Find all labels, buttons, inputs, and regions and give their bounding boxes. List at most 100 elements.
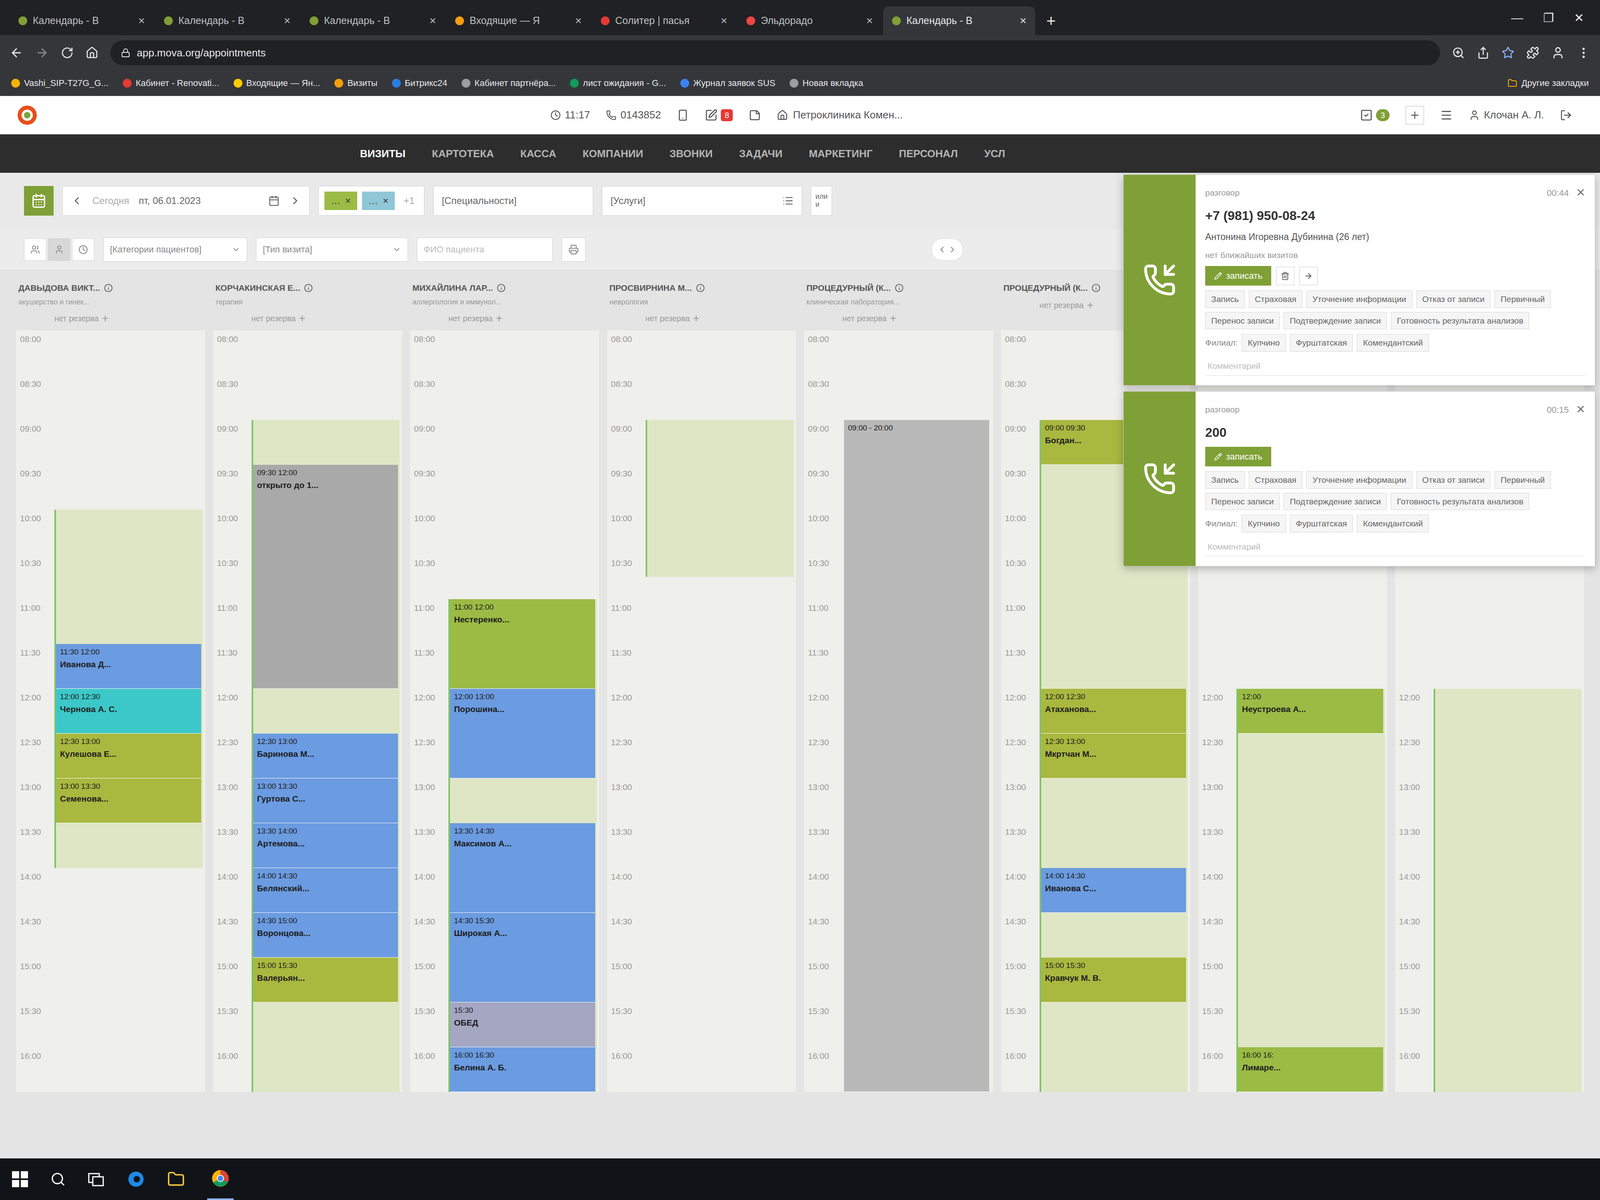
bookmark[interactable]: лист ожидания - G...	[570, 76, 666, 90]
logout-icon[interactable]	[1560, 109, 1572, 122]
branch-tag[interactable]: Фурштатская	[1290, 514, 1354, 533]
bookmark[interactable]: Битрикс24	[392, 76, 448, 90]
branch-tag[interactable]: Купчино	[1241, 334, 1286, 352]
column-title[interactable]: МИХАЙЛИНА ЛАР...	[412, 281, 493, 295]
appointment[interactable]: 12:30 13:00Кулешова Е...	[56, 733, 202, 779]
bookmark[interactable]: Vashi_SIP-T27G_G...	[11, 76, 109, 90]
bookmark[interactable]: Новая вкладка	[789, 76, 864, 90]
note-icon[interactable]	[748, 109, 761, 122]
bookmark[interactable]: Входящие — Ян...	[233, 76, 321, 90]
appointment[interactable]: 14:30 15:30Широкая А...	[450, 912, 596, 1003]
nav-item[interactable]: КОМПАНИИ	[582, 146, 643, 162]
close-button[interactable]: ✕	[1576, 401, 1586, 418]
browser-tab[interactable]: Входящие — Я×	[446, 6, 591, 36]
other-bookmarks[interactable]: Другие закладки	[1507, 76, 1589, 90]
call-tag[interactable]: Готовность результата анализов	[1390, 312, 1530, 330]
appointment[interactable]: 11:00 12:00Нестеренко...	[450, 599, 596, 689]
book-button[interactable]: записать	[1205, 446, 1272, 467]
call-tag[interactable]: Подтверждение записи	[1283, 312, 1387, 330]
filter-chip[interactable]: …×	[324, 191, 358, 210]
nav-item[interactable]: МАРКЕТИНГ	[808, 146, 873, 162]
tasks-button[interactable]: 3	[1360, 108, 1390, 122]
appointment[interactable]: 09:00 - 20:00	[844, 420, 990, 1092]
info-icon[interactable]	[696, 283, 705, 293]
info-icon[interactable]	[304, 283, 313, 293]
appointment[interactable]: 11:30 12:00Иванова Д...	[56, 644, 202, 689]
call-tag[interactable]: Первичный	[1494, 471, 1551, 489]
print-button[interactable]	[561, 237, 586, 262]
appointment[interactable]: 12:00Неустроева А...	[1238, 688, 1384, 734]
menu-icon[interactable]	[1440, 108, 1453, 122]
browser-tab[interactable]: Календарь - В×	[9, 6, 154, 36]
appointment[interactable]: 13:30 14:30Максимов А...	[450, 823, 596, 913]
reserve[interactable]: нет резерва+	[215, 310, 400, 327]
tab-close[interactable]: ×	[1020, 12, 1027, 30]
info-icon[interactable]	[496, 283, 506, 293]
appointment[interactable]: 12:30 13:00Баринова М...	[253, 733, 399, 779]
call-tag[interactable]: Запись	[1205, 290, 1245, 308]
nav-item[interactable]: ВИЗИТЫ	[360, 146, 406, 162]
chrome-taskbar-button[interactable]	[207, 1158, 234, 1200]
column-title[interactable]: ПРОЦЕДУРНЫЙ (К...	[1003, 281, 1088, 295]
info-icon[interactable]	[894, 283, 904, 293]
nav-item[interactable]: ЗВОНКИ	[669, 146, 713, 162]
forward-button[interactable]	[1299, 266, 1318, 286]
branch-tag[interactable]: Комендантский	[1356, 514, 1429, 533]
next-day-icon[interactable]	[289, 194, 302, 207]
tab-close[interactable]: ×	[138, 12, 145, 30]
add-button[interactable]	[1405, 106, 1424, 125]
nav-item[interactable]: КАССА	[520, 146, 557, 162]
window-control[interactable]: ✕	[1574, 8, 1584, 27]
patient-category-select[interactable]: [Категории пациентов]	[103, 237, 248, 262]
call-tag[interactable]: Отказ от записи	[1416, 471, 1491, 489]
appointment[interactable]: 12:00 13:00Порошина...	[450, 688, 596, 779]
browser-tab[interactable]: Календарь - В×	[300, 6, 445, 36]
delete-button[interactable]	[1276, 266, 1295, 286]
share-icon[interactable]	[1476, 46, 1490, 60]
info-icon[interactable]	[1091, 283, 1101, 293]
branch-tag[interactable]: Фурштатская	[1290, 334, 1354, 352]
window-control[interactable]: ❐	[1543, 8, 1554, 27]
profile-icon[interactable]	[1551, 46, 1565, 60]
branch-tag[interactable]: Комендантский	[1356, 334, 1429, 352]
bookmark-star-icon[interactable]	[1501, 46, 1515, 60]
bookmark[interactable]: Визиты	[334, 76, 378, 90]
forward-icon[interactable]	[35, 46, 49, 60]
appointment[interactable]: 13:30 14:00Артемова...	[253, 823, 399, 868]
tab-close[interactable]: ×	[575, 12, 582, 30]
browser-tab[interactable]: Солитер | пасья×	[592, 6, 736, 36]
logic-option[interactable]: и	[815, 200, 828, 209]
call-tag[interactable]: Отказ от записи	[1416, 290, 1491, 308]
bookmark[interactable]: Журнал заявок SUS	[680, 76, 776, 90]
reload-icon[interactable]	[60, 46, 74, 60]
patient-search[interactable]: ФИО пациента	[416, 237, 553, 262]
book-button[interactable]: записать	[1205, 266, 1272, 286]
home-icon[interactable]	[85, 46, 99, 60]
nav-item[interactable]: КАРТОТЕКА	[432, 146, 494, 162]
appointment[interactable]: 14:00 14:30Иванова С...	[1041, 868, 1187, 913]
browser-menu-icon[interactable]	[1576, 46, 1591, 60]
patient-name[interactable]: Антонина Игоревна Дубинина (26 лет)	[1205, 230, 1586, 244]
explorer-icon[interactable]	[167, 1170, 185, 1188]
appointment[interactable]: 13:00 13:30Гуртова С...	[253, 778, 399, 824]
logic-toggle[interactable]: илии	[810, 186, 832, 216]
call-tag[interactable]: Страховая	[1248, 290, 1303, 308]
chip-remove[interactable]: ×	[382, 193, 389, 208]
appointment[interactable]: 14:30 15:00Воронцова...	[253, 912, 399, 958]
services-select[interactable]: [Услуги]	[602, 186, 802, 216]
work-shift[interactable]	[1236, 688, 1385, 1092]
info-icon[interactable]	[104, 283, 113, 293]
scroll-right-icon[interactable]	[947, 244, 958, 255]
work-shift[interactable]	[1433, 688, 1582, 1092]
appointment[interactable]: 12:00 12:30Чернова А. С.	[56, 688, 202, 734]
scroll-columns[interactable]	[931, 238, 964, 261]
tab-close[interactable]: ×	[720, 12, 728, 30]
appointment[interactable]: 15:00 15:30Кравчук М. В.	[1041, 957, 1187, 1003]
search-icon[interactable]	[50, 1171, 66, 1187]
logic-option[interactable]: или	[815, 192, 828, 201]
zoom-icon[interactable]	[1452, 46, 1465, 60]
mobile-icon[interactable]	[676, 109, 689, 122]
date-picker-icon[interactable]	[268, 195, 280, 207]
browser-tab[interactable]: Календарь - В×	[155, 6, 300, 36]
task-view-icon[interactable]	[88, 1172, 105, 1187]
